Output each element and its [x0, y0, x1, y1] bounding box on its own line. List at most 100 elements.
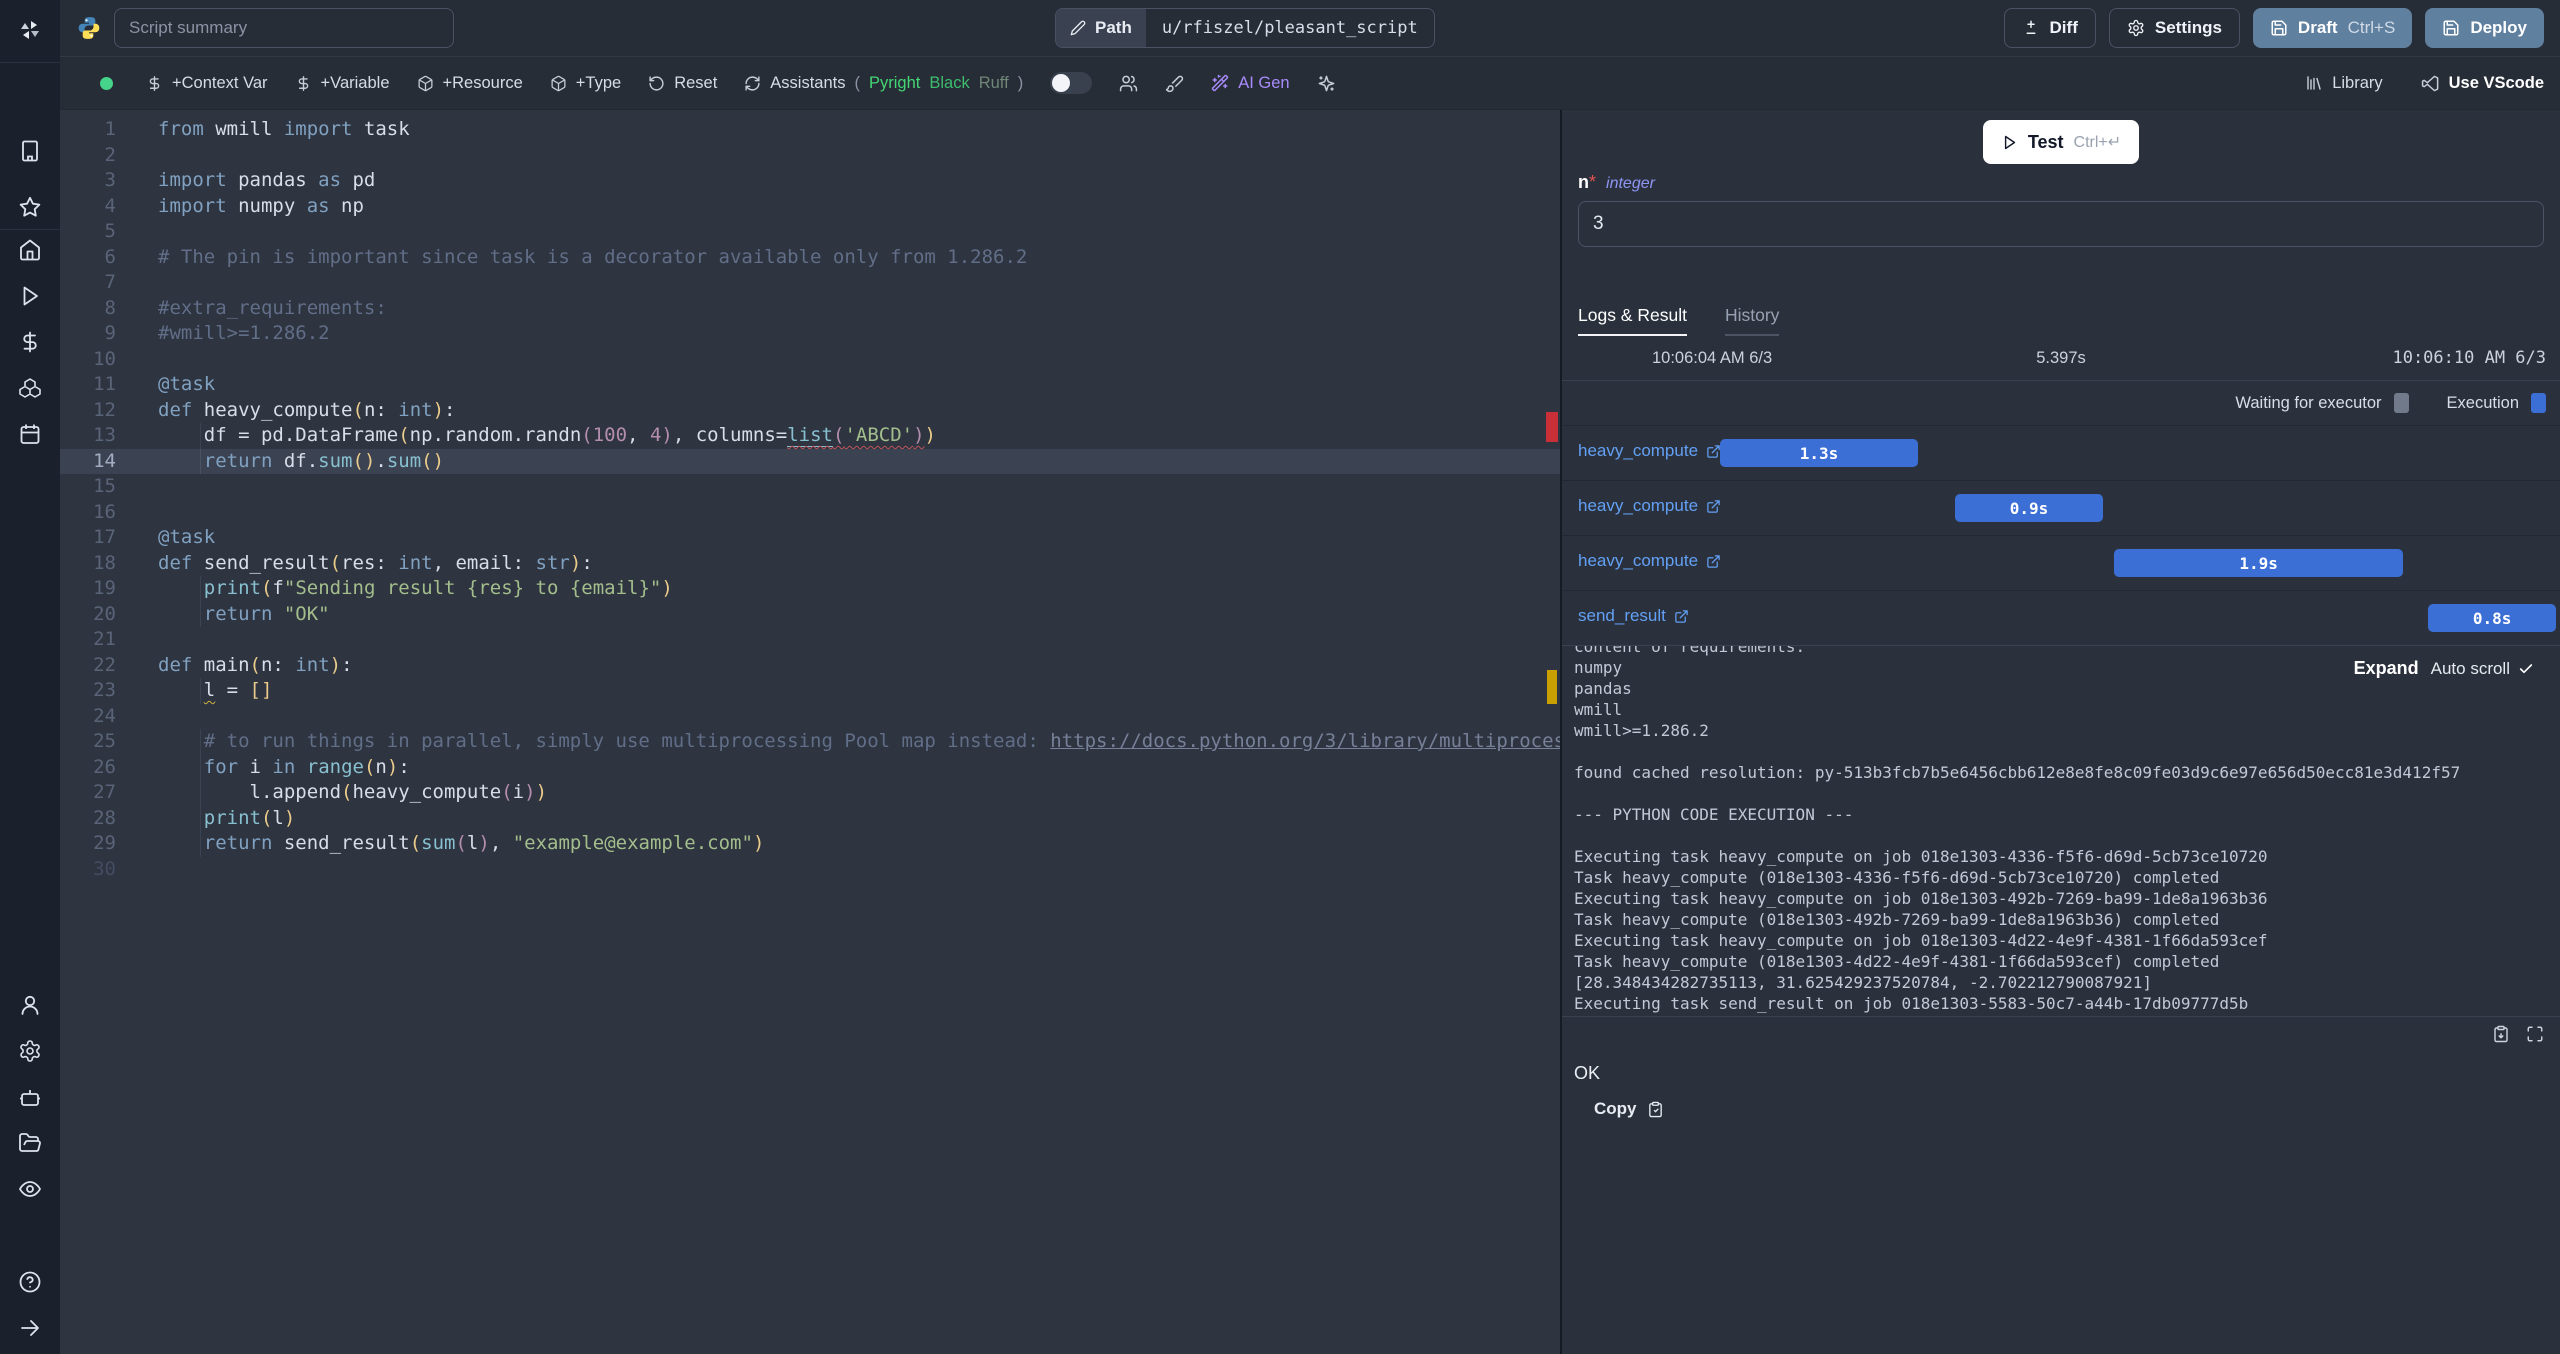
audit-eye-icon[interactable] — [18, 1177, 42, 1201]
code-line[interactable]: 9 #wmill>=1.286.2 — [60, 321, 1560, 347]
code-line[interactable]: 13 df = pd.DataFrame(np.random.randn(100… — [60, 423, 1560, 449]
user-icon[interactable] — [18, 993, 42, 1017]
task-run-link[interactable]: heavy_compute — [1578, 441, 1721, 461]
code-line[interactable]: 15 — [60, 474, 1560, 500]
code-line[interactable]: 23 l = [] — [60, 678, 1560, 704]
expand-logs-button[interactable]: Expand — [2354, 658, 2419, 679]
log-viewer[interactable]: content of requirements: numpy pandas wm… — [1562, 645, 2560, 1017]
diff-button[interactable]: Diff — [2003, 8, 2096, 48]
line-number: 22 — [93, 653, 116, 676]
code-line[interactable]: 11 @task — [60, 372, 1560, 398]
code-line[interactable]: 8 #extra_requirements: — [60, 296, 1560, 322]
multiplayer-users-icon[interactable] — [1119, 74, 1138, 93]
code-line[interactable]: 1 from wmill import task — [60, 117, 1560, 143]
code-line[interactable]: 7 — [60, 270, 1560, 296]
add-variable-button[interactable]: +Variable — [295, 74, 390, 93]
code-line[interactable]: 16 — [60, 500, 1560, 526]
code-line[interactable]: 30 — [60, 857, 1560, 883]
code-line[interactable]: 25 # to run things in parallel, simply u… — [60, 729, 1560, 755]
code-line[interactable]: 28 print(l) — [60, 805, 1560, 832]
code-line[interactable]: 20 return "OK" — [60, 601, 1560, 628]
test-button[interactable]: Test Ctrl+↵ — [1982, 120, 2140, 164]
timeline-legend: Waiting for executor Execution — [1562, 381, 2560, 425]
add-context-var-button[interactable]: +Context Var — [146, 74, 268, 93]
windmill-logo-icon[interactable] — [18, 18, 42, 42]
code-line[interactable]: 6 # The pin is important since task is a … — [60, 245, 1560, 271]
use-vscode-button[interactable]: Use VScode — [2421, 74, 2544, 93]
ai-sparkles-icon[interactable] — [1317, 74, 1336, 93]
resources-boxes-icon[interactable] — [18, 376, 42, 400]
code-line[interactable]: 29 return send_result(sum(l), "example@e… — [60, 831, 1560, 857]
add-type-button[interactable]: +Type — [550, 74, 621, 93]
code-line[interactable]: 5 — [60, 219, 1560, 245]
code-editor[interactable]: 1 from wmill import task 2 3 import pandas a… — [60, 110, 1560, 1354]
home-icon[interactable] — [18, 238, 42, 262]
code-line[interactable]: 17 @task — [60, 525, 1560, 551]
reset-button[interactable]: Reset — [648, 74, 717, 93]
line-number: 2 — [104, 143, 116, 166]
code-line[interactable]: 27 l.append(heavy_compute(i)) — [60, 780, 1560, 806]
argument-n-input[interactable] — [1578, 201, 2544, 247]
assistant-toggle[interactable] — [1050, 72, 1093, 94]
workers-robot-icon[interactable] — [18, 1085, 42, 1109]
collapse-sidebar-arrow-icon[interactable] — [18, 1316, 42, 1340]
copy-button[interactable]: Copy — [1588, 1098, 2560, 1120]
settings-gear-icon[interactable] — [18, 1039, 42, 1063]
workspace-icon[interactable] — [18, 139, 42, 163]
task-run-link[interactable]: send_result — [1578, 606, 1689, 626]
tab-logs-result[interactable]: Logs & Result — [1578, 305, 1687, 336]
code-lines: 1 from wmill import task 2 3 import pandas a… — [60, 110, 1560, 882]
warning-marker — [1547, 670, 1557, 704]
library-button[interactable]: Library — [2305, 74, 2383, 93]
editor-toolbar: +Context Var +Variable +Resource +Type R… — [60, 56, 2560, 110]
assistant-pyright-label: Pyright — [869, 73, 921, 92]
code-line[interactable]: 12 def heavy_compute(n: int): — [60, 398, 1560, 424]
task-run-link[interactable]: heavy_compute — [1578, 551, 1721, 571]
tab-history[interactable]: History — [1724, 305, 1780, 336]
code-line[interactable]: 4 import numpy as np — [60, 194, 1560, 220]
autoscroll-toggle[interactable]: Auto scroll — [2431, 659, 2534, 679]
copy-result-icon[interactable] — [2492, 1025, 2510, 1043]
code-line[interactable]: 14 return df.sum().sum() — [60, 448, 1560, 474]
code-line[interactable]: 21 — [60, 627, 1560, 653]
ai-gen-button[interactable]: AI Gen — [1211, 74, 1290, 93]
line-number: 6 — [104, 245, 116, 268]
task-run-link[interactable]: heavy_compute — [1578, 496, 1721, 516]
variables-dollar-icon[interactable] — [18, 330, 42, 354]
overview-ruler[interactable] — [1544, 110, 1560, 1354]
schedules-calendar-icon[interactable] — [18, 422, 42, 446]
line-number: 3 — [104, 169, 116, 191]
argument-type: integer — [1606, 175, 1655, 192]
rotate-ccw-icon — [648, 75, 665, 92]
script-summary-input[interactable] — [114, 8, 454, 48]
line-number: 14 — [93, 449, 116, 472]
clipboard-icon — [1647, 1101, 1664, 1118]
folders-icon[interactable] — [18, 1131, 42, 1155]
code-line[interactable]: 18 def send_result(res: int, email: str): — [60, 551, 1560, 577]
code-line[interactable]: 24 — [60, 704, 1560, 730]
code-line[interactable]: 22 def main(n: int): — [60, 653, 1560, 679]
save-icon — [2442, 19, 2460, 37]
settings-button[interactable]: Settings — [2108, 8, 2240, 48]
code-line[interactable]: 2 — [60, 143, 1560, 169]
magic-wand-icon — [1211, 74, 1229, 92]
deploy-button[interactable]: Deploy — [2425, 8, 2544, 48]
line-number: 16 — [93, 500, 116, 523]
runs-play-icon[interactable] — [18, 284, 42, 308]
path-label: Path — [1095, 18, 1132, 37]
format-brush-icon[interactable] — [1165, 74, 1184, 93]
add-resource-button[interactable]: +Resource — [417, 74, 523, 93]
line-number: 5 — [104, 220, 116, 242]
path-button[interactable]: Path u/rfiszel/pleasant_script — [1055, 8, 1435, 48]
assistants-button[interactable]: Assistants (Pyright Black Ruff) — [744, 74, 1023, 93]
code-line[interactable]: 10 — [60, 347, 1560, 373]
code-line[interactable]: 3 import pandas as pd — [60, 168, 1560, 194]
favorites-star-icon[interactable] — [18, 195, 42, 219]
code-line[interactable]: 19 print(f"Sending result {res} to {emai… — [60, 576, 1560, 602]
fullscreen-result-icon[interactable] — [2526, 1025, 2544, 1043]
code-line[interactable]: 26 for i in range(n): — [60, 754, 1560, 781]
help-icon[interactable] — [18, 1270, 42, 1294]
draft-button[interactable]: Draft Ctrl+S — [2252, 8, 2413, 48]
line-number: 15 — [93, 475, 116, 497]
line-number: 13 — [93, 424, 116, 446]
